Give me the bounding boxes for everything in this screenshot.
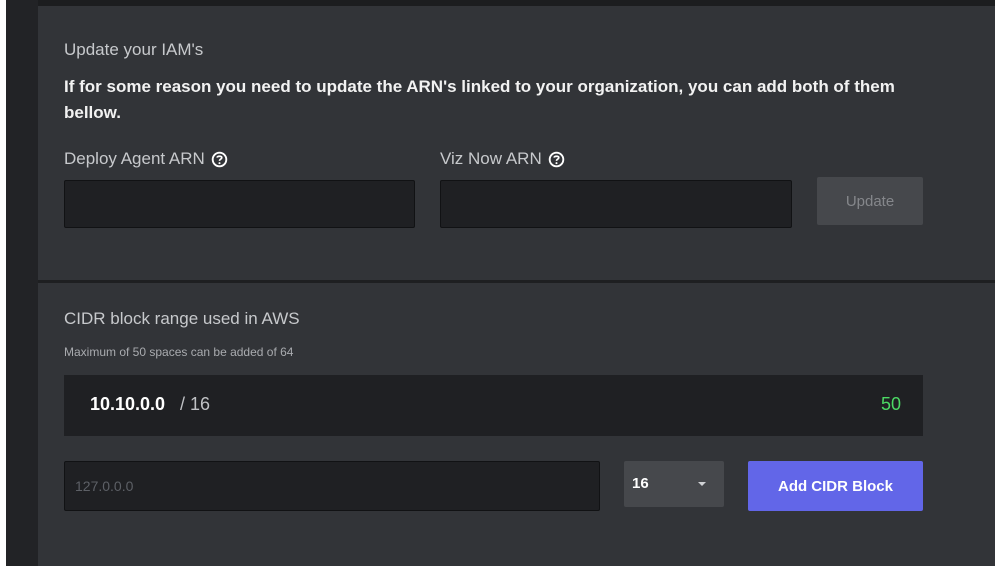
- help-circle-icon[interactable]: [548, 151, 565, 168]
- iam-section-title: Update your IAM's: [64, 40, 204, 59]
- cidr-ip-input[interactable]: [64, 461, 600, 511]
- iam-section-description: If for some reason you need to update th…: [64, 77, 895, 122]
- chevron-down-icon: [698, 482, 706, 486]
- help-circle-icon[interactable]: [211, 151, 228, 168]
- deploy-agent-arn-label: Deploy Agent ARN: [64, 149, 228, 169]
- viz-now-arn-input[interactable]: [440, 180, 792, 228]
- add-cidr-block-button[interactable]: Add CIDR Block: [748, 461, 923, 511]
- cidr-block-ip: 10.10.0.0: [90, 394, 166, 414]
- deploy-agent-arn-label-text: Deploy Agent ARN: [64, 149, 205, 168]
- viz-now-arn-label: Viz Now ARN: [440, 149, 565, 169]
- cidr-mask-value: 16: [632, 475, 649, 492]
- deploy-agent-arn-input[interactable]: [64, 180, 415, 228]
- left-rail: [6, 0, 38, 566]
- cidr-limit-note: Maximum of 50 spaces can be added of 64: [64, 345, 294, 359]
- cidr-section-title: CIDR block range used in AWS: [64, 309, 300, 328]
- viz-now-arn-label-text: Viz Now ARN: [440, 149, 542, 168]
- cidr-block-mask: / 16: [180, 394, 211, 414]
- cidr-mask-select[interactable]: 16: [624, 461, 724, 507]
- cidr-block-count: 50: [880, 394, 901, 414]
- update-button[interactable]: Update: [817, 177, 923, 225]
- cidr-block-row: 10.10.0.0 / 16 50: [64, 375, 923, 436]
